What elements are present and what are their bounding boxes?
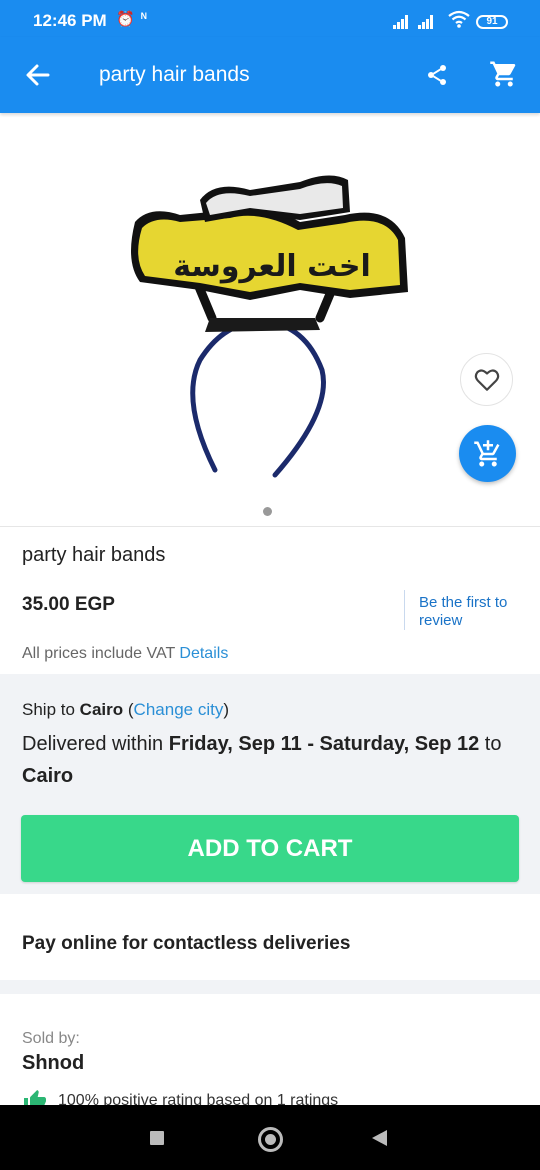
ship-to: Ship to Cairo (Change city) xyxy=(22,700,229,719)
product-name: party hair bands xyxy=(22,544,166,566)
pay-online-banner: Pay online for contactless deliveries xyxy=(0,907,540,981)
seller-rating-text: 100% positive rating based on 1 ratings xyxy=(58,1092,339,1105)
section-spacer xyxy=(0,980,540,994)
delivery-estimate: Delivered within Friday, Sep 11 - Saturd… xyxy=(22,728,522,792)
pay-online-text: Pay online for contactless deliveries xyxy=(22,933,351,954)
divider-vertical xyxy=(404,590,405,630)
ship-to-label: Ship to xyxy=(22,700,75,719)
vat-note: All prices include VAT Details xyxy=(22,645,228,663)
product-image-text: اخت العروسة xyxy=(173,249,371,284)
notification-icon: ᴺ xyxy=(141,10,147,25)
heart-icon xyxy=(474,369,500,391)
add-to-cart-button[interactable]: ADD TO CART xyxy=(21,815,519,882)
product-image: اخت العروسة xyxy=(131,175,408,478)
product-price: 35.00 EGP xyxy=(22,594,115,615)
seller-rating: 100% positive rating based on 1 ratings xyxy=(22,1089,540,1105)
delivery-city: Cairo xyxy=(22,765,74,787)
change-city-link[interactable]: Change city xyxy=(134,700,224,719)
signal-icon-2 xyxy=(418,15,438,29)
system-back-button[interactable] xyxy=(372,1130,387,1146)
thumbs-up-icon xyxy=(24,1090,46,1105)
signal-icon xyxy=(393,15,413,29)
status-time: 12:46 PM xyxy=(33,11,107,30)
share-icon[interactable] xyxy=(425,63,449,87)
divider xyxy=(0,526,540,527)
ship-city: Cairo xyxy=(79,700,124,719)
quick-add-to-cart-button[interactable] xyxy=(459,425,516,482)
page-title: party hair bands xyxy=(99,63,250,86)
alarm-icon: ⏰ xyxy=(116,11,135,28)
wifi-icon xyxy=(448,10,470,28)
delivery-to-label: to xyxy=(484,733,502,755)
delivery-prefix: Delivered within xyxy=(22,733,164,755)
sold-by-label: Sold by: xyxy=(22,1030,80,1047)
favorite-button[interactable] xyxy=(460,353,513,406)
home-button[interactable] xyxy=(258,1127,283,1152)
system-nav-bar xyxy=(0,1105,540,1170)
carousel-indicator xyxy=(263,507,272,516)
product-image-gallery[interactable]: اخت العروسة xyxy=(0,113,540,526)
vat-details-link[interactable]: Details xyxy=(179,645,228,662)
battery-indicator: 91 xyxy=(476,15,508,29)
seller-name[interactable]: Shnod xyxy=(22,1052,84,1075)
back-arrow-icon[interactable] xyxy=(24,61,52,89)
add-cart-icon xyxy=(474,440,500,467)
vat-text: All prices include VAT xyxy=(22,645,175,662)
review-link[interactable]: Be the first to review xyxy=(419,594,529,630)
app-bar: party hair bands xyxy=(0,37,540,113)
delivery-range: Friday, Sep 11 - Saturday, Sep 12 xyxy=(168,733,480,755)
cart-icon[interactable] xyxy=(489,59,519,89)
recent-apps-button[interactable] xyxy=(150,1131,164,1145)
status-bar: 12:46 PM ⏰ ᴺ 91 xyxy=(0,0,540,37)
